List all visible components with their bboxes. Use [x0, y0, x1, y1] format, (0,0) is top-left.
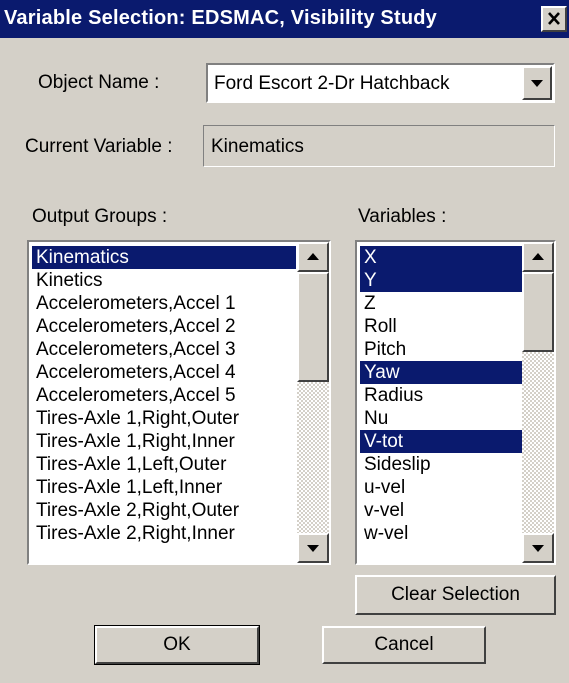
list-item[interactable]: u-vel: [360, 476, 522, 499]
scroll-down-button[interactable]: [522, 533, 554, 563]
list-item[interactable]: Tires-Axle 1,Left,Outer: [32, 453, 296, 476]
current-variable-value: Kinematics: [211, 136, 304, 157]
arrow-down-icon: [307, 545, 319, 552]
scroll-down-button[interactable]: [297, 533, 329, 563]
list-item[interactable]: Tires-Axle 1,Left,Inner: [32, 476, 296, 499]
title-bar[interactable]: Variable Selection: EDSMAC, Visibility S…: [0, 0, 569, 38]
list-item[interactable]: Kinetics: [32, 269, 296, 292]
arrow-down-icon: [532, 545, 544, 552]
list-item[interactable]: Nu: [360, 407, 522, 430]
close-button[interactable]: [541, 6, 567, 32]
chevron-down-icon: [531, 80, 543, 87]
object-name-value: Ford Escort 2-Dr Hatchback: [214, 73, 450, 94]
ok-label: OK: [163, 634, 191, 655]
variables-label: Variables :: [358, 206, 447, 227]
list-item[interactable]: Accelerometers,Accel 1: [32, 292, 296, 315]
variables-scrollbar[interactable]: [522, 242, 554, 563]
list-item[interactable]: Accelerometers,Accel 2: [32, 315, 296, 338]
current-variable-field: Kinematics: [203, 125, 555, 167]
list-item[interactable]: X: [360, 246, 522, 269]
close-x-icon: [548, 12, 560, 25]
arrow-up-icon: [532, 253, 544, 260]
object-name-label: Object Name :: [38, 72, 160, 93]
current-variable-label: Current Variable :: [25, 136, 173, 157]
list-item[interactable]: Radius: [360, 384, 522, 407]
list-item[interactable]: Sideslip: [360, 453, 522, 476]
output-groups-scrollbar[interactable]: [297, 242, 329, 563]
variables-list[interactable]: X Y Z Roll Pitch Yaw Radius Nu V-tot Sideslip u-ve…: [355, 240, 556, 565]
clear-selection-button[interactable]: Clear Selection: [355, 575, 556, 615]
output-groups-label: Output Groups :: [32, 206, 168, 227]
list-item[interactable]: v-vel: [360, 499, 522, 522]
list-item[interactable]: Y: [360, 269, 522, 292]
clear-selection-label: Clear Selection: [391, 584, 520, 605]
output-groups-list[interactable]: Kinematics Kinetics Accelerometers,Accel 1…: [27, 240, 331, 565]
list-item[interactable]: w-vel: [360, 522, 522, 545]
list-item[interactable]: Roll: [360, 315, 522, 338]
list-item[interactable]: Accelerometers,Accel 5: [32, 384, 296, 407]
list-item[interactable]: Tires-Axle 2,Right,Outer: [32, 499, 296, 522]
variable-selection-dialog: Variable Selection: EDSMAC, Visibility S…: [0, 0, 569, 683]
scroll-thumb[interactable]: [297, 272, 329, 382]
object-name-dropdown-button[interactable]: [522, 66, 552, 100]
object-name-dropdown[interactable]: Ford Escort 2-Dr Hatchback: [206, 63, 555, 103]
list-item[interactable]: Z: [360, 292, 522, 315]
scroll-thumb[interactable]: [522, 272, 554, 352]
list-item[interactable]: Pitch: [360, 338, 522, 361]
cancel-label: Cancel: [374, 634, 434, 655]
list-item[interactable]: Accelerometers,Accel 3: [32, 338, 296, 361]
cancel-button[interactable]: Cancel: [322, 626, 486, 664]
scroll-up-button[interactable]: [522, 242, 554, 272]
ok-button[interactable]: OK: [94, 625, 260, 665]
window-title: Variable Selection: EDSMAC, Visibility S…: [4, 7, 437, 29]
list-item[interactable]: Tires-Axle 1,Right,Inner: [32, 430, 296, 453]
list-item[interactable]: V-tot: [360, 430, 522, 453]
list-item[interactable]: Kinematics: [32, 246, 296, 269]
list-item[interactable]: Tires-Axle 1,Right,Outer: [32, 407, 296, 430]
list-item[interactable]: Tires-Axle 2,Right,Inner: [32, 522, 296, 545]
list-item[interactable]: Accelerometers,Accel 4: [32, 361, 296, 384]
list-item[interactable]: Yaw: [360, 361, 522, 384]
arrow-up-icon: [307, 253, 319, 260]
scroll-up-button[interactable]: [297, 242, 329, 272]
